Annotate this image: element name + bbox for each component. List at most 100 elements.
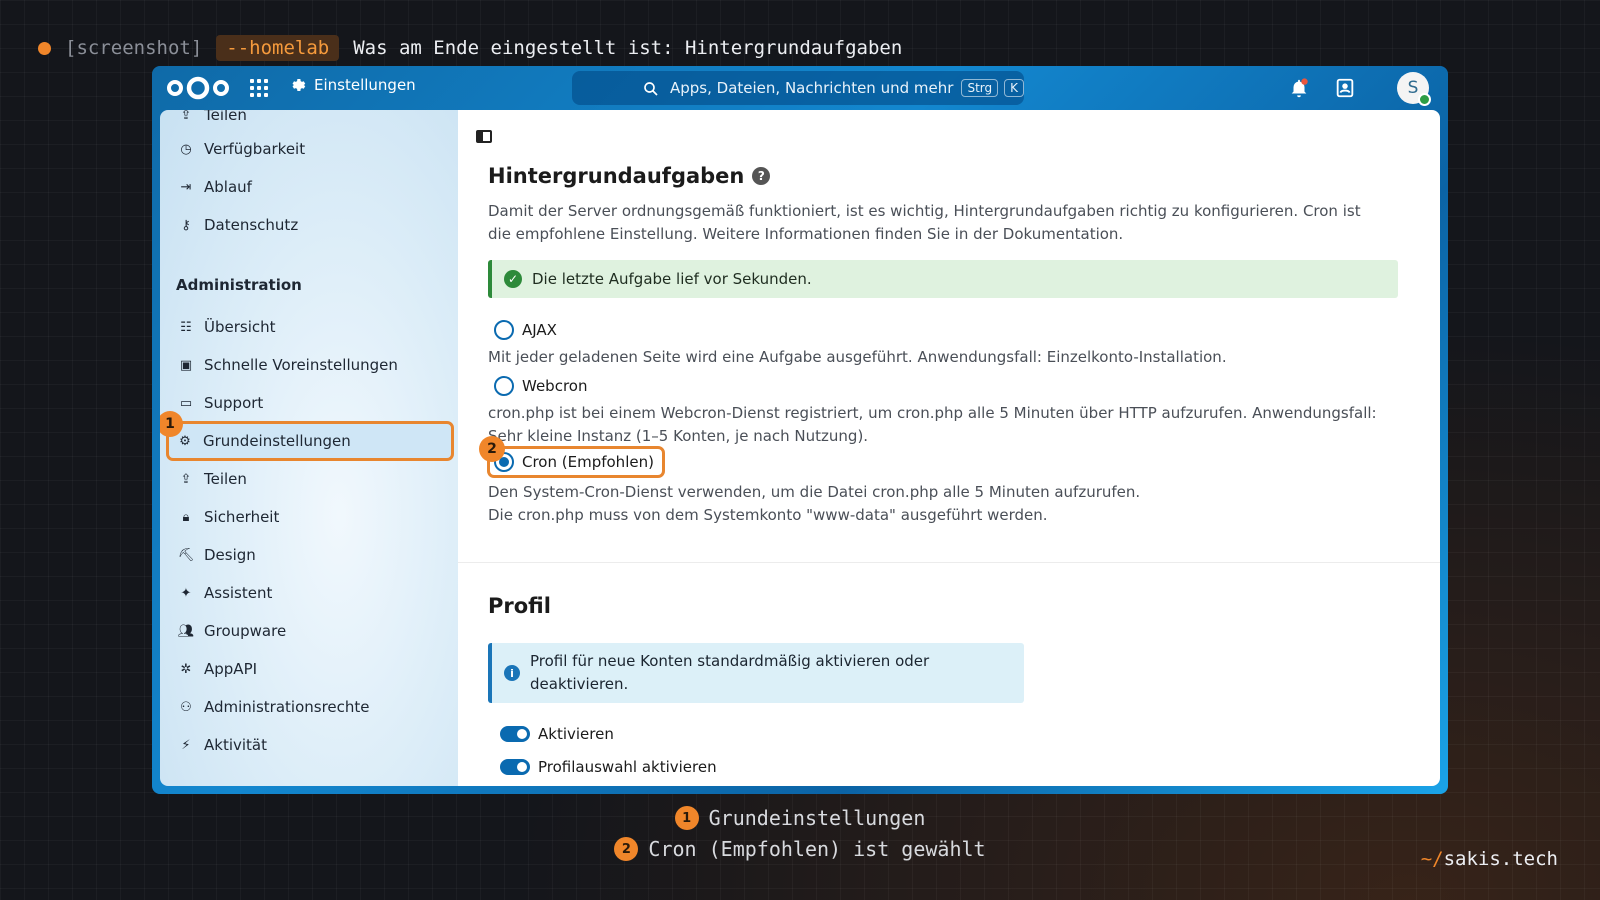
toggle-profile-picker[interactable]: Profilauswahl aktivieren [500, 758, 717, 776]
key-icon: ⚷ [181, 217, 191, 233]
cron-description-2: Die cron.php muss von dem Systemkonto "w… [488, 506, 1048, 524]
presets-icon: ▣ [179, 357, 193, 373]
radio-ajax-label: AJAX [522, 321, 557, 339]
radio-ajax[interactable]: AJAX [494, 317, 557, 343]
sidebar-item-schnelle-voreinstellungen[interactable]: ▣ Schnelle Voreinstellungen [170, 348, 450, 382]
section-title-text: Hintergrundaufgaben [488, 164, 745, 188]
sidebar-item-label: Assistent [204, 584, 273, 602]
nextcloud-logo[interactable] [166, 75, 230, 101]
flow-icon: ⇥ [180, 179, 192, 195]
appapi-icon: ✲ [180, 661, 192, 677]
sidebar-item-sicherheit[interactable]: 🔒︎ Sicherheit [170, 500, 450, 534]
ajax-description: Mit jeder geladenen Seite wird eine Aufg… [488, 348, 1227, 366]
gear-icon: ⚙ [179, 433, 191, 449]
check-circle-icon: ✓ [504, 270, 522, 288]
online-status-icon [1418, 93, 1431, 106]
paint-roller-icon: ⛏ [177, 547, 195, 563]
sidebar-item-appapi[interactable]: ✲ AppAPI [170, 652, 450, 686]
sidebar-item-label: Administrationsrechte [204, 698, 370, 716]
radio-webcron-circle[interactable] [494, 376, 514, 396]
sidebar-item-teilen[interactable]: ⇪ Teilen [170, 462, 450, 496]
sidebar-item-assistent[interactable]: ✦ Assistent [170, 576, 450, 610]
nextcloud-window: Einstellungen Apps, Dateien, Nachrichten… [152, 66, 1448, 794]
contacts-icon[interactable] [1334, 77, 1356, 99]
sidebar-item-verfuegbarkeit[interactable]: ◷ Verfügbarkeit [170, 132, 450, 166]
caption-note-text: Cron (Empfohlen) ist gewählt [648, 837, 986, 861]
lightning-icon: ⚡︎ [181, 737, 191, 753]
sidebar-item-label: Design [204, 546, 256, 564]
toggle-profile-enable[interactable]: Aktivieren [500, 725, 614, 743]
caption-note-1: 1 Grundeinstellungen [0, 806, 1600, 830]
cron-description-1: Den System-Cron-Dienst verwenden, um die… [488, 483, 1141, 501]
shortcut-key-strg: Strg [961, 79, 999, 97]
sidebar-toggle-icon[interactable] [476, 130, 492, 143]
radio-webcron-label: Webcron [522, 377, 588, 395]
brand-signature: ~/sakis.tech [1421, 848, 1558, 870]
last-job-status: ✓ Die letzte Aufgabe lief vor Sekunden. [488, 260, 1398, 298]
sidebar-item-label: Übersicht [204, 318, 276, 336]
help-icon[interactable]: ? [752, 167, 771, 185]
status-text: Die letzte Aufgabe lief vor Sekunden. [532, 270, 812, 288]
radio-webcron[interactable]: Webcron [494, 373, 587, 399]
admin-rights-icon: ⚇ [180, 699, 192, 715]
sparkle-icon: ✦ [180, 585, 192, 601]
sidebar-item-aktivitaet[interactable]: ⚡︎ Aktivität [170, 728, 450, 762]
notifications-bell-icon[interactable] [1288, 77, 1310, 99]
avatar-letter: S [1407, 78, 1419, 98]
toggle-label: Aktivieren [538, 725, 614, 743]
section-title-hintergrundaufgaben: Hintergrundaufgaben? [488, 164, 771, 188]
sidebar-item-label: Teilen [204, 470, 247, 488]
sidebar-item-ablauf[interactable]: ⇥ Ablauf [170, 170, 450, 204]
brand-prefix: ~/ [1420, 848, 1444, 870]
sidebar-item-administrationsrechte[interactable]: ⚇ Administrationsrechte [170, 690, 450, 724]
caption-pill: --homelab [216, 35, 340, 61]
caption-title: Was am Ende eingestellt ist: Hintergrund… [353, 37, 903, 59]
search-placeholder: Apps, Dateien, Nachrichten und mehr [670, 79, 954, 97]
share-icon: ⇪ [180, 471, 192, 487]
section-divider [458, 562, 1440, 563]
info-text: Profil für neue Konten standardmäßig akt… [530, 652, 930, 693]
shortcut-key-k: K [1004, 79, 1024, 97]
sidebar-item-label: Groupware [204, 622, 287, 640]
radio-cron[interactable]: Cron (Empfohlen) [487, 446, 665, 478]
section-title-profil: Profil [488, 594, 551, 618]
info-icon: i [504, 665, 520, 681]
unified-search[interactable]: Apps, Dateien, Nachrichten und mehr Strg… [572, 71, 1024, 105]
radio-ajax-circle[interactable] [494, 320, 514, 340]
sidebar-item-grundeinstellungen[interactable]: ⚙ Grundeinstellungen [166, 421, 454, 461]
sidebar-item-label: Datenschutz [204, 216, 299, 234]
caption-badge-1: 1 [674, 806, 699, 830]
sidebar-item-label: AppAPI [204, 660, 258, 678]
settings-content: Hintergrundaufgaben? Damit der Server or… [458, 110, 1440, 786]
screenshot-caption: [screenshot] --homelab Was am Ende einge… [38, 34, 902, 62]
user-avatar[interactable]: S [1397, 72, 1431, 106]
sidebar-item-design[interactable]: ⛏ Design [170, 538, 450, 572]
settings-sidebar: ⇪ Teilen ◷ Verfügbarkeit ⇥ Ablauf ⚷ Date… [160, 110, 458, 786]
sidebar-item-teilen-personal[interactable]: ⇪ Teilen [170, 110, 450, 132]
apps-grid-icon[interactable] [250, 79, 268, 97]
tune-icon: ☷ [180, 319, 192, 335]
settings-label: Einstellungen [314, 76, 416, 94]
topbar: Einstellungen Apps, Dateien, Nachrichten… [152, 66, 1448, 110]
gear-icon [292, 79, 306, 91]
sidebar-item-label: Teilen [204, 110, 247, 124]
caption-note-text: Grundeinstellungen [708, 806, 926, 830]
sidebar-item-label: Sicherheit [204, 508, 280, 526]
sidebar-section-administration: Administration [176, 276, 302, 294]
settings-menu-entry[interactable]: Einstellungen [288, 76, 416, 94]
toggle-switch[interactable] [500, 759, 530, 775]
group-icon: 👥︎ [177, 623, 195, 639]
sidebar-item-label: Support [204, 394, 264, 412]
sidebar-item-label: Schnelle Voreinstellungen [204, 356, 398, 374]
caption-note-2: 2 Cron (Empfohlen) ist gewählt [0, 837, 1600, 861]
sidebar-item-groupware[interactable]: 👥︎ Groupware [170, 614, 450, 648]
sidebar-item-datenschutz[interactable]: ⚷ Datenschutz [170, 208, 450, 242]
background-jobs-description: Damit der Server ordnungsgemäß funktioni… [488, 202, 1361, 243]
sidebar-item-support[interactable]: ▭ Support [170, 386, 450, 420]
sidebar-item-uebersicht[interactable]: ☷ Übersicht [170, 310, 450, 344]
toggle-switch[interactable] [500, 726, 530, 742]
radio-cron-label: Cron (Empfohlen) [522, 453, 654, 471]
sidebar-item-label: Verfügbarkeit [204, 140, 306, 158]
sidebar-item-label: Grundeinstellungen [203, 432, 351, 450]
support-icon: ▭ [179, 395, 193, 411]
